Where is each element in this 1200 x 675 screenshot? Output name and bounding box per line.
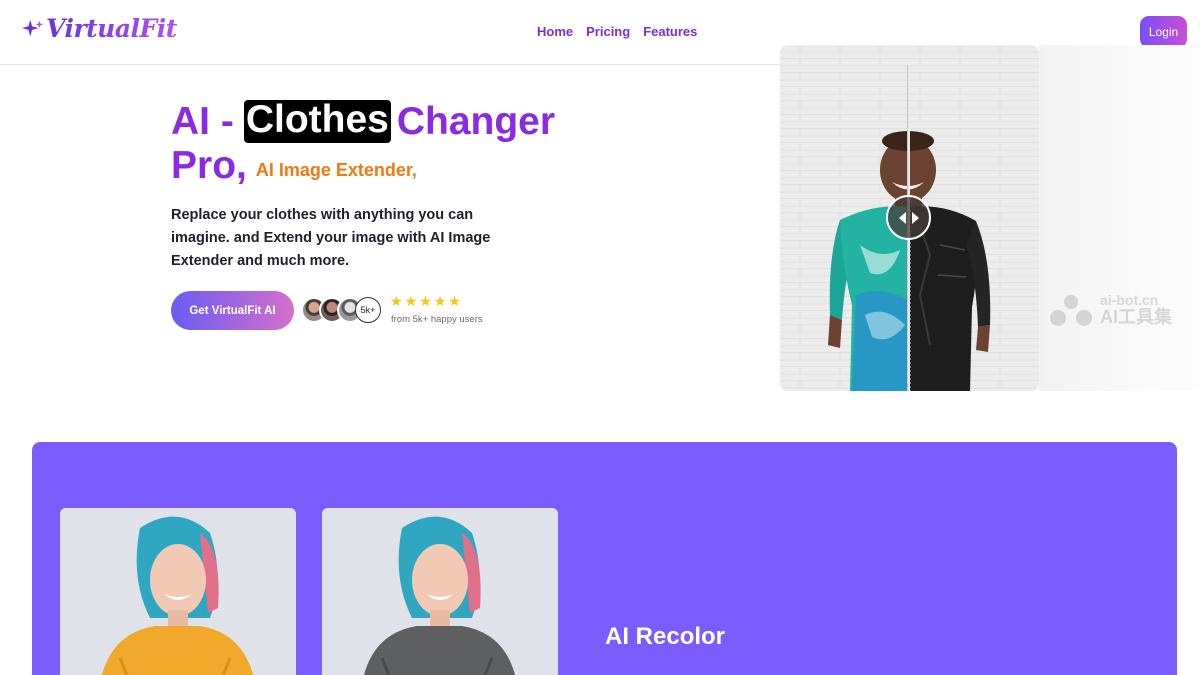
title-highlight: Clothes: [243, 98, 391, 143]
recolored-photo: [322, 508, 558, 675]
sparkle-icon: [22, 19, 44, 36]
watermark-title: AI工具集: [1100, 306, 1172, 327]
title-suffix: Changer: [396, 100, 556, 143]
users-count-badge: 5k+: [355, 297, 381, 323]
nav-pricing-link[interactable]: Pricing: [586, 24, 630, 39]
watermark-url: ai-bot.cn: [1100, 292, 1159, 308]
login-button[interactable]: Login: [1140, 16, 1187, 48]
woman-gray-sweater-image: [322, 508, 558, 675]
comparison-slider-handle[interactable]: [886, 195, 931, 240]
title-line2: Pro,: [171, 144, 247, 187]
hero-description: Replace your clothes with anything you c…: [171, 207, 491, 269]
star-icon: ★: [404, 293, 418, 309]
star-icon: ★: [448, 293, 461, 309]
nav-home-link[interactable]: Home: [537, 24, 573, 39]
woman-yellow-sweater-image: [60, 508, 296, 675]
get-virtualfit-button[interactable]: Get VirtualFit AI: [171, 291, 294, 330]
main-nav: Home Pricing Features: [537, 24, 697, 39]
feature-title: AI Recolor: [605, 623, 726, 650]
watermark: ai-bot.cn AI工具集: [1048, 293, 1172, 327]
star-icon: ★: [419, 293, 432, 309]
title-subfeature: AI Image Extender,: [255, 159, 417, 180]
image-shadow: [1039, 45, 1200, 391]
brand-name: VirtualFit: [46, 14, 177, 43]
original-photo: [60, 508, 296, 675]
star-icon: ★: [433, 293, 447, 309]
hero-headline: AI - Clothes Changer Pro, AI Image Exten…: [171, 100, 555, 185]
left-right-arrows-icon: [898, 211, 919, 224]
watermark-logo-icon: [1050, 294, 1092, 326]
nav-features-link[interactable]: Features: [643, 24, 697, 39]
brand-logo[interactable]: VirtualFit: [22, 14, 177, 43]
rating-stars: ★ ★ ★ ★ ★: [390, 294, 461, 308]
title-prefix: AI -: [171, 100, 234, 143]
star-icon: ★: [390, 293, 403, 309]
user-avatars: 5k+: [301, 297, 381, 323]
rating-text: from 5k+ happy users: [391, 314, 483, 325]
